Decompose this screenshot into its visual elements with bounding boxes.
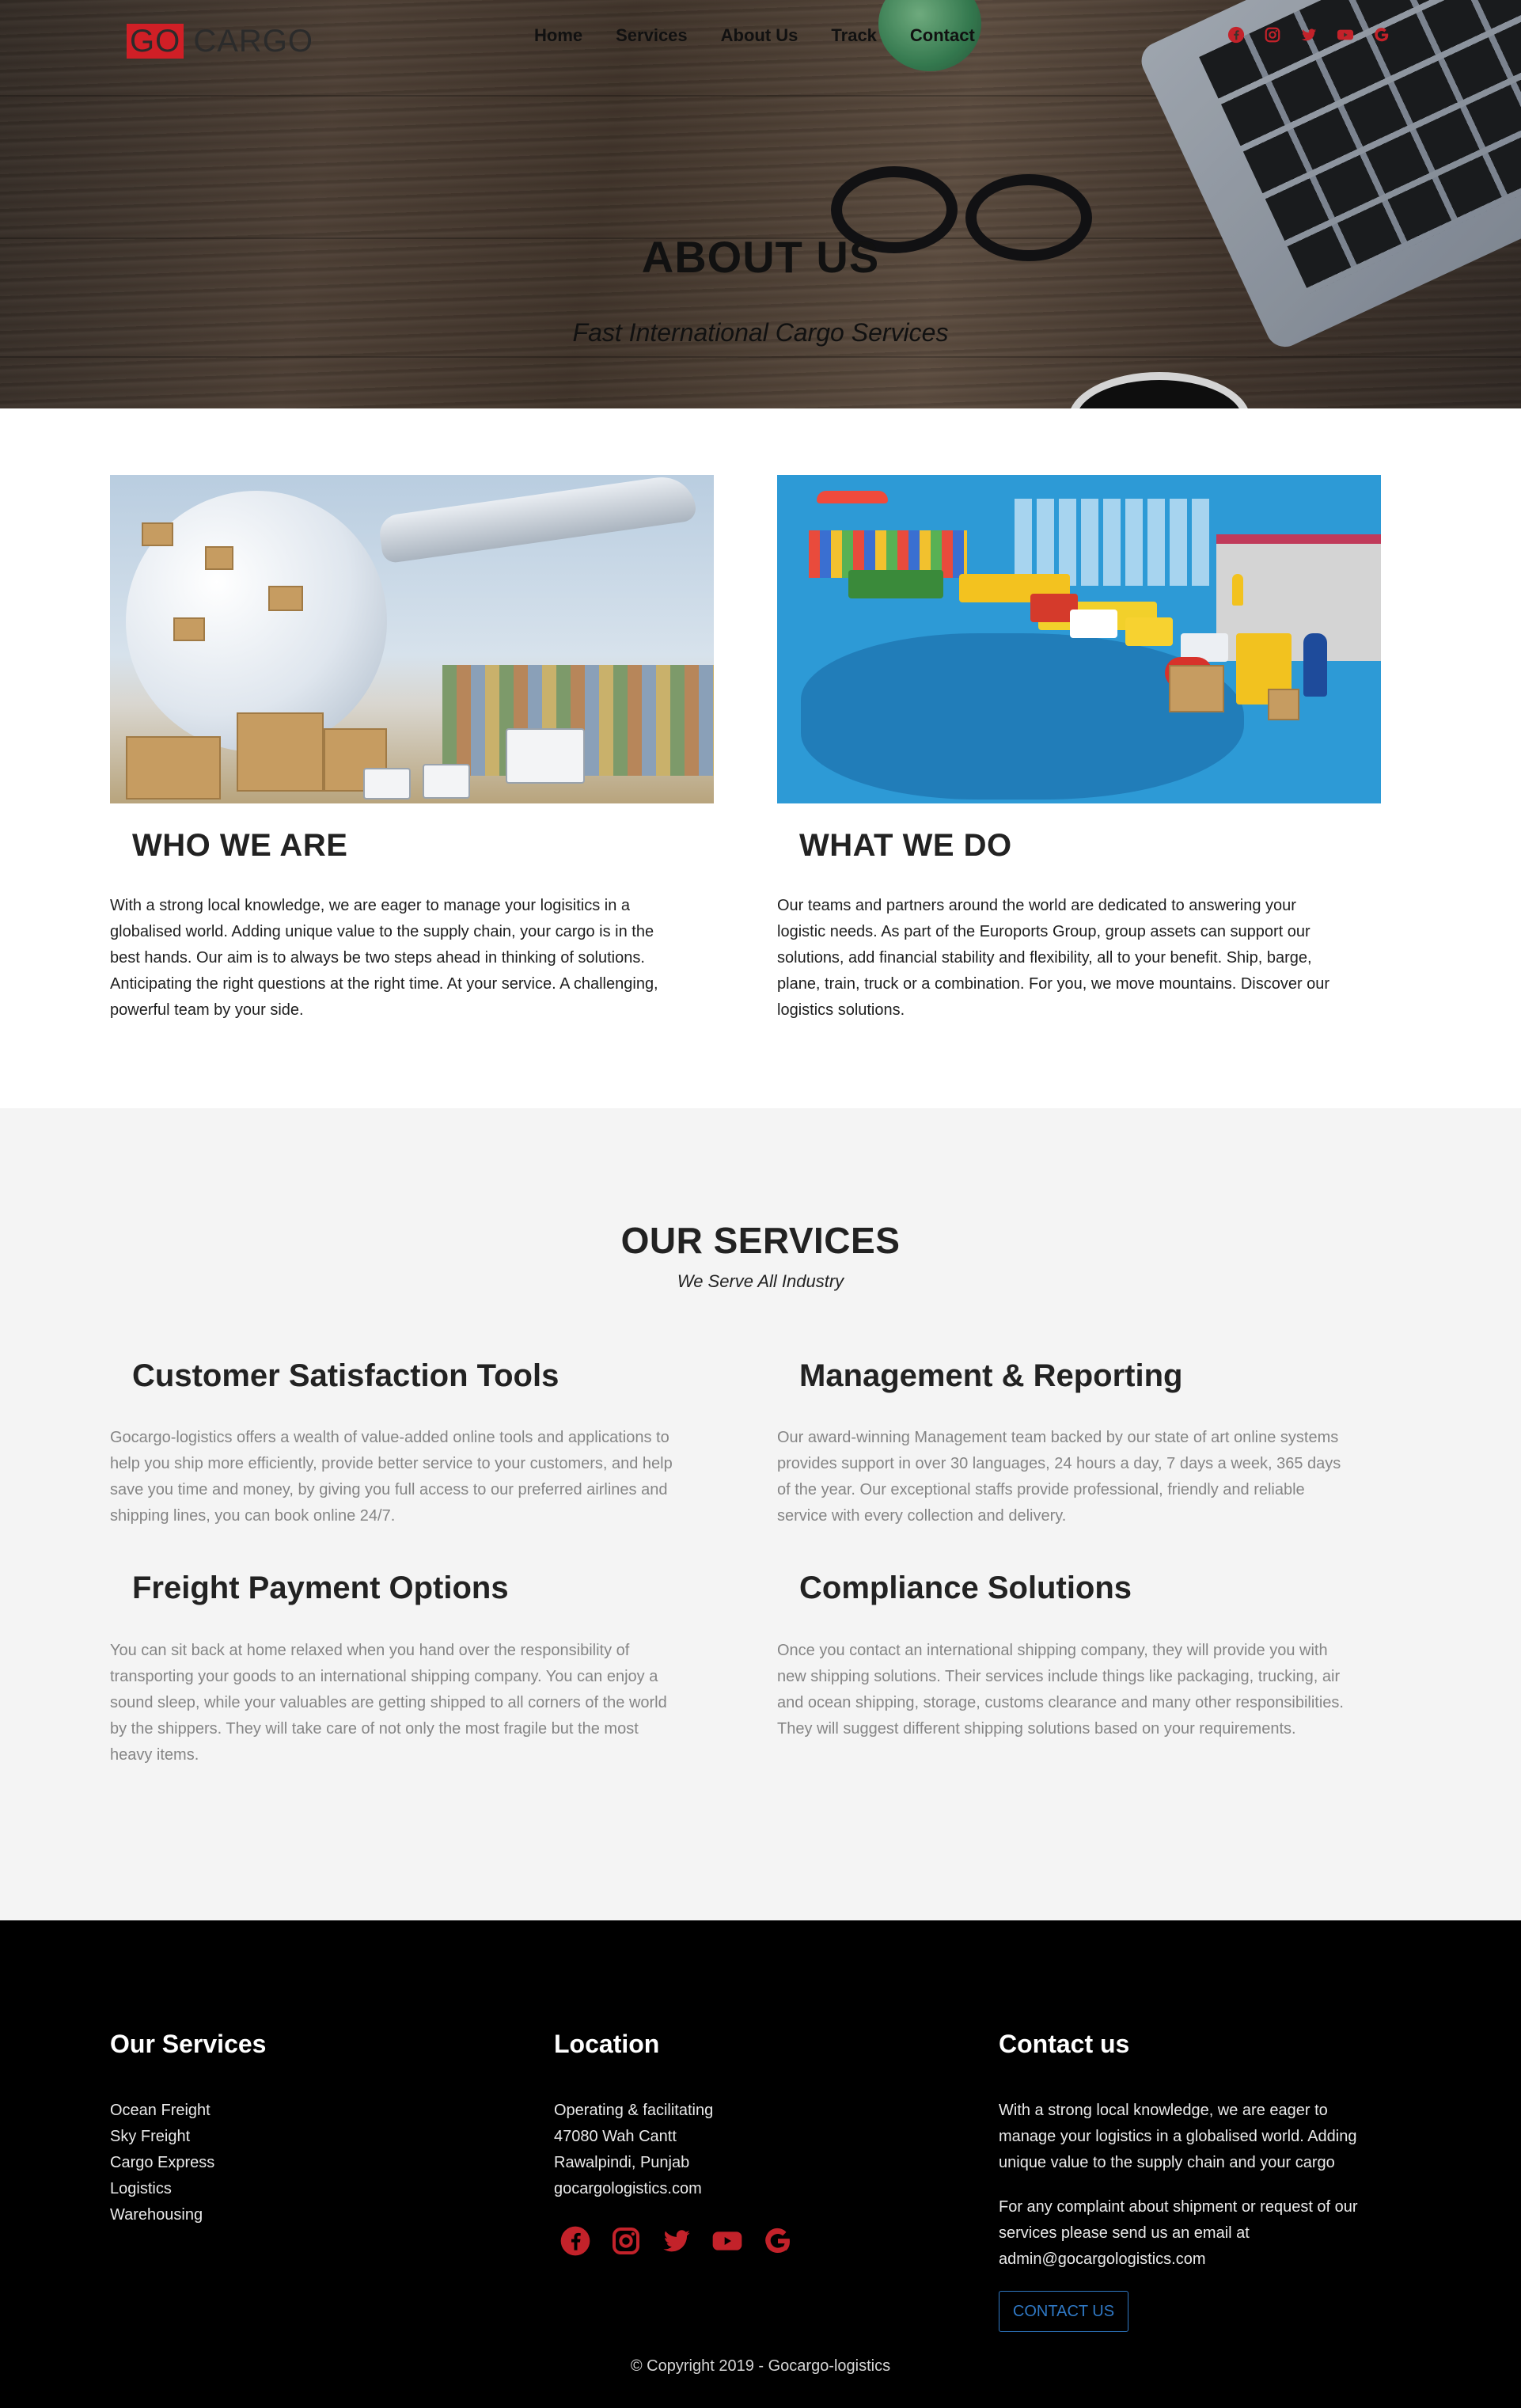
service-text-management-reporting: Our award-winning Management team backed…	[777, 1425, 1426, 1529]
footer-location-line: 47080 Wah Cantt	[554, 2128, 677, 2145]
who-we-are-line: powerful team by your side.	[110, 1001, 304, 1019]
page-subtitle: Fast International Cargo Services	[572, 318, 949, 347]
page-title: ABOUT US	[641, 232, 880, 282]
contact-us-button[interactable]: CONTACT US	[999, 2291, 1128, 2332]
header-social-links	[1227, 25, 1391, 44]
what-we-do-line: plane, train, truck or a combination. Fo…	[777, 975, 1330, 993]
service-line: and ocean shipping, storage, customs cle…	[777, 1694, 1344, 1711]
youtube-icon[interactable]	[711, 2224, 744, 2258]
logistics-illustration-image	[777, 475, 1381, 803]
who-we-are-line: best hands. Our aim is to always be two …	[110, 949, 645, 967]
services-subtitle: We Serve All Industry	[677, 1271, 844, 1291]
footer-service-link[interactable]: Sky Freight	[110, 2124, 214, 2150]
footer-complaint-line: services please send us an email at	[999, 2224, 1250, 2242]
footer-website-link[interactable]: gocargologistics.com	[554, 2176, 713, 2202]
service-line: new shipping solutions. Their services i…	[777, 1668, 1341, 1685]
city-skyline-illustration	[1015, 499, 1212, 586]
footer-complaint-text: For any complaint about shipment or requ…	[999, 2194, 1358, 2273]
footer-services-list: Ocean Freight Sky Freight Cargo Express …	[110, 2098, 214, 2228]
services-title: OUR SERVICES	[620, 1220, 901, 1261]
logo-cargo: CARGO	[184, 24, 314, 59]
youtube-icon[interactable]	[1336, 25, 1355, 44]
service-heading-management-reporting: Management & Reporting	[799, 1358, 1183, 1393]
who-we-are-line: globalised world. Adding unique value to…	[110, 923, 654, 940]
facebook-icon[interactable]	[1227, 25, 1246, 44]
footer-contact-line: unique value to the supply chain and you…	[999, 2154, 1335, 2171]
service-heading-freight-payment: Freight Payment Options	[132, 1571, 509, 1605]
who-we-are-text: With a strong local knowledge, we are ea…	[110, 893, 743, 1024]
who-we-are-heading: WHO WE ARE	[132, 828, 348, 863]
who-we-are-line: With a strong local knowledge, we are ea…	[110, 897, 631, 914]
airplane-illustration	[377, 475, 698, 564]
service-line: help you ship more efficiently, provide …	[110, 1455, 673, 1472]
footer-service-link[interactable]: Warehousing	[110, 2202, 214, 2228]
what-we-do-text: Our teams and partners around the world …	[777, 893, 1410, 1024]
what-we-do-line: logistic needs. As part of the Euroports…	[777, 923, 1310, 940]
facebook-icon[interactable]	[559, 2224, 592, 2258]
service-line: sound sleep, while your valuables are ge…	[110, 1694, 667, 1711]
service-text-freight-payment: You can sit back at home relaxed when yo…	[110, 1638, 759, 1768]
service-line: They will suggest different shipping sol…	[777, 1720, 1296, 1738]
footer-email-link[interactable]: admin@gocargologistics.com	[999, 2247, 1358, 2273]
service-line: save you time and money, by giving you f…	[110, 1481, 668, 1498]
site-logo[interactable]: GO CARGO	[127, 24, 313, 59]
service-line: transporting your goods to an internatio…	[110, 1668, 658, 1685]
nav-contact[interactable]: Contact	[910, 25, 975, 46]
footer-location-line: Rawalpindi, Punjab	[554, 2154, 690, 2171]
nav-home[interactable]: Home	[534, 25, 582, 46]
service-line: heavy items.	[110, 1746, 199, 1764]
service-line: by the shippers. They will take care of …	[110, 1720, 639, 1738]
service-text-compliance: Once you contact an international shippi…	[777, 1638, 1426, 1742]
footer-contact-line: manage your logistics in a globalised wo…	[999, 2128, 1357, 2145]
footer-location-list: Operating & facilitating 47080 Wah Cantt…	[554, 2098, 713, 2202]
twitter-icon[interactable]	[660, 2224, 693, 2258]
footer-contact-heading: Contact us	[999, 2030, 1130, 2058]
service-text-customer-satisfaction: Gocargo-logistics offers a wealth of val…	[110, 1425, 759, 1529]
footer-service-link[interactable]: Cargo Express	[110, 2150, 214, 2176]
copyright-text: © Copyright 2019 - Gocargo-logistics	[630, 2357, 891, 2375]
footer-service-link[interactable]: Ocean Freight	[110, 2098, 214, 2124]
nav-track[interactable]: Track	[831, 25, 877, 46]
what-we-do-line: Our teams and partners around the world …	[777, 897, 1296, 914]
footer-social-links	[559, 2224, 795, 2258]
main-nav: Home Services About Us Track Contact	[534, 25, 1008, 46]
footer-complaint-line: For any complaint about shipment or requ…	[999, 2198, 1358, 2216]
service-line: Once you contact an international shippi…	[777, 1642, 1328, 1659]
instagram-icon[interactable]	[609, 2224, 643, 2258]
footer-location-line: Operating & facilitating	[554, 2102, 714, 2119]
footer-location-heading: Location	[554, 2030, 660, 2058]
footer-contact-text: With a strong local knowledge, we are ea…	[999, 2098, 1357, 2176]
twitter-icon[interactable]	[1299, 25, 1318, 44]
service-heading-customer-satisfaction: Customer Satisfaction Tools	[132, 1358, 559, 1393]
service-line: shipping lines, you can book online 24/7…	[110, 1507, 396, 1525]
global-cargo-image	[110, 475, 714, 803]
footer-services-heading: Our Services	[110, 2030, 267, 2058]
what-we-do-heading: WHAT WE DO	[799, 828, 1012, 863]
service-line: Our award-winning Management team backed…	[777, 1429, 1339, 1446]
who-we-are-line: Anticipating the right questions at the …	[110, 975, 658, 993]
instagram-icon[interactable]	[1263, 25, 1282, 44]
what-we-do-line: logistics solutions.	[777, 1001, 905, 1019]
service-line: provides support in over 30 languages, 2…	[777, 1455, 1341, 1472]
google-icon[interactable]	[761, 2224, 795, 2258]
service-line: Gocargo-logistics offers a wealth of val…	[110, 1429, 669, 1446]
service-line: of the year. Our exceptional staffs prov…	[777, 1481, 1305, 1498]
what-we-do-line: solutions, add financial stability and f…	[777, 949, 1312, 967]
nav-services[interactable]: Services	[616, 25, 688, 46]
logo-go: GO	[127, 24, 184, 59]
service-line: You can sit back at home relaxed when yo…	[110, 1642, 630, 1659]
footer-service-link[interactable]: Logistics	[110, 2176, 214, 2202]
google-icon[interactable]	[1372, 25, 1391, 44]
nav-about-us[interactable]: About Us	[721, 25, 798, 46]
service-heading-compliance: Compliance Solutions	[799, 1571, 1132, 1605]
footer-contact-line: With a strong local knowledge, we are ea…	[999, 2102, 1328, 2119]
service-line: service with every collection and delive…	[777, 1507, 1067, 1525]
